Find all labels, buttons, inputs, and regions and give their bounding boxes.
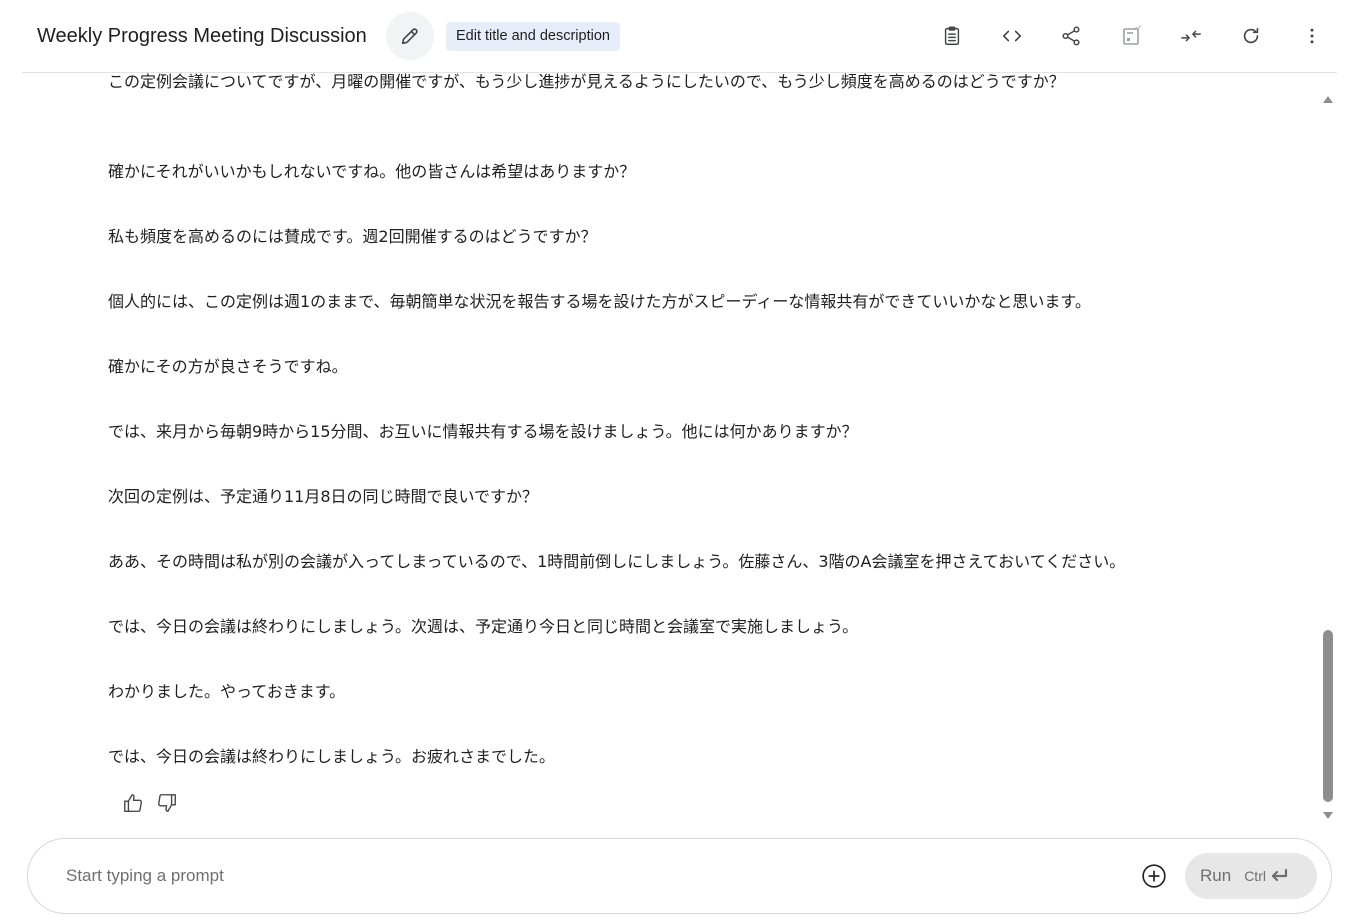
scrollbar-thumb[interactable] xyxy=(1323,630,1333,802)
run-label: Run xyxy=(1200,866,1232,885)
collapse-icon xyxy=(1181,30,1201,42)
chat-message: では、今日の会議は終わりにしましょう。次週は、予定通り今日と同じ時間と会議室で実… xyxy=(108,617,859,636)
edit-title-button[interactable] xyxy=(386,12,434,60)
scroll-down-arrow[interactable] xyxy=(1321,809,1335,821)
header-bar: Weekly Progress Meeting Discussion Edit … xyxy=(0,0,1362,72)
get-code-button[interactable] xyxy=(994,18,1030,54)
thumbs-down-button[interactable] xyxy=(153,789,181,817)
chat-message: 個人的には、この定例は週1のままで、毎朝簡単な状況を報告する場を設けた方がスピー… xyxy=(108,292,1091,311)
share-icon xyxy=(1062,26,1080,46)
add-media-button[interactable] xyxy=(1140,862,1168,890)
add-circle-icon xyxy=(1142,864,1166,888)
chat-message: わかりました。やっておきます。 xyxy=(108,682,346,701)
refresh-icon xyxy=(1243,27,1259,44)
code-icon xyxy=(1002,30,1022,42)
chat-message: では、今日の会議は終わりにしましょう。お疲れさまでした。 xyxy=(108,747,556,766)
clipboard-icon xyxy=(944,26,960,45)
chat-message: ああ、その時間は私が別の会議が入ってしまっているので、1時間前倒しにしましょう。… xyxy=(108,552,1126,571)
chat-message: 確かにその方が良さそうですね。 xyxy=(108,357,348,376)
chat-message: 確かにそれがいいかもしれないですね。他の皆さんは希望はありますか？ xyxy=(108,162,636,181)
prompt-input[interactable] xyxy=(66,862,1126,890)
thumbs-up-icon xyxy=(124,794,142,812)
refresh-button[interactable] xyxy=(1233,18,1269,54)
clipboard-button[interactable] xyxy=(934,18,970,54)
collapse-button[interactable] xyxy=(1173,18,1209,54)
chat-message: この定例会議についてですが、月曜の開催ですが、もう少し進捗が見えるようにしたいの… xyxy=(108,73,1065,91)
chat-message: 次回の定例は、予定通り11月8日の同じ時間で良いですか？ xyxy=(108,487,539,506)
more-options-button[interactable] xyxy=(1294,18,1330,54)
compare-button[interactable] xyxy=(1114,18,1150,54)
edit-title-tooltip: Edit title and description xyxy=(446,22,620,51)
page-title: Weekly Progress Meeting Discussion xyxy=(37,25,367,47)
more-vert-icon xyxy=(1310,28,1314,44)
chat-message: では、来月から毎朝9時から15分間、お互いに情報共有する場を設けましょう。他には… xyxy=(108,422,858,441)
conversation-pane: この定例会議についてですが、月曜の開催ですが、もう少し進捗が見えるようにしたいの… xyxy=(0,73,1318,825)
share-button[interactable] xyxy=(1053,18,1089,54)
compare-icon xyxy=(1123,25,1142,45)
app-window: Weekly Progress Meeting Discussion Edit … xyxy=(0,0,1362,924)
run-shortcut-label: Ctrl xyxy=(1244,868,1266,884)
thumbs-up-button[interactable] xyxy=(119,789,147,817)
pencil-icon xyxy=(401,28,418,45)
scroll-up-arrow[interactable] xyxy=(1321,93,1335,105)
thumbs-down-icon xyxy=(158,794,176,812)
chat-message: 私も頻度を高めるのには賛成です。週2回開催するのはどうですか？ xyxy=(108,227,597,246)
enter-key-icon xyxy=(1269,868,1289,884)
run-button[interactable]: Run Ctrl xyxy=(1185,853,1317,899)
